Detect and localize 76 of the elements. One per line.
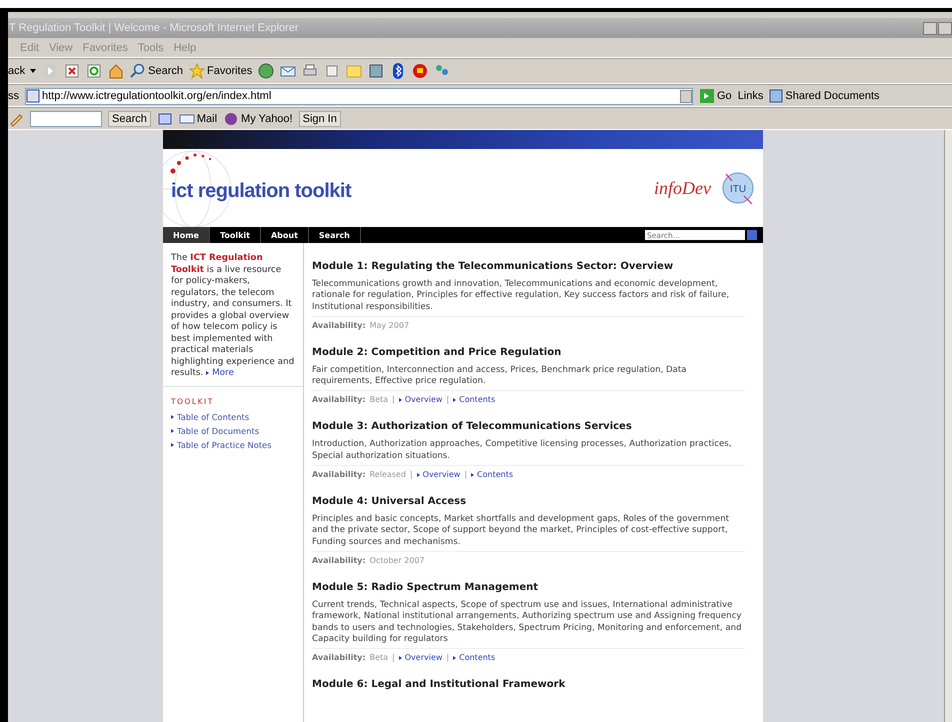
- nav-tab[interactable]: Home: [163, 227, 210, 243]
- minimize-button[interactable]: [923, 22, 937, 34]
- module-title: Module 5: Radio Spectrum Management: [312, 582, 540, 593]
- star-icon[interactable]: [188, 63, 205, 79]
- back-button[interactable]: ack: [8, 65, 36, 77]
- module-description: Introduction, Authorization approaches, Competitive licensing processes, Authorization practices, Special authorization situations.: [312, 439, 745, 466]
- nav-tab[interactable]: Toolkit: [210, 227, 261, 243]
- module-link[interactable]: Contents: [453, 395, 496, 404]
- site-logo[interactable]: ict regulation toolkit: [171, 180, 352, 202]
- window-icon[interactable]: [156, 111, 173, 127]
- stop-icon[interactable]: [64, 63, 80, 79]
- module-link[interactable]: Overview: [398, 653, 442, 662]
- go-button[interactable]: Go: [699, 88, 732, 104]
- module-title: Module 2: Competition and Price Regulation: [312, 346, 562, 358]
- separator: |: [446, 395, 450, 404]
- module-link[interactable]: Overview: [398, 395, 442, 404]
- smiley-icon[interactable]: [223, 111, 240, 127]
- availability-value: Beta: [370, 653, 388, 662]
- edit-icon[interactable]: [324, 63, 340, 79]
- module-description: Principles and basic concepts, Market shortfalls and development gaps, Roles of the government and the private sector, Scope of support beyond the market, Principles of cost-effective support, Funding sources and mechanisms.: [312, 514, 745, 552]
- home-icon[interactable]: [108, 63, 124, 79]
- mail-button[interactable]: Mail: [178, 111, 218, 127]
- toolkit-link[interactable]: Table of Contents: [171, 412, 295, 422]
- nav-tab[interactable]: Search: [308, 227, 361, 243]
- availability-label: Availability:: [312, 320, 366, 330]
- search-field[interactable]: [30, 111, 102, 127]
- nav-tab[interactable]: About: [260, 227, 309, 243]
- maximize-button[interactable]: [938, 22, 952, 34]
- module-description: Fair competition, Interconnection and access, Prices, Benchmark price regulation, Data requirements, Effective price regulation.: [312, 364, 745, 392]
- itu-logo[interactable]: ITU: [721, 171, 755, 205]
- messenger-icon[interactable]: [412, 63, 428, 79]
- dropdown-button[interactable]: [680, 90, 692, 102]
- separator: |: [392, 395, 395, 404]
- availability-label: Availability:: [312, 395, 366, 404]
- module-link[interactable]: Contents: [453, 653, 496, 662]
- link-item[interactable]: Shared Documents: [769, 89, 880, 103]
- separator: |: [446, 653, 450, 662]
- module-title: Module 1: Regulating the Telecommunications Sector: Overview: [312, 261, 674, 272]
- separator: |: [410, 470, 413, 480]
- availability-label: Availability:: [312, 653, 366, 662]
- module-title: Module 6: Legal and Institutional Framework: [312, 679, 566, 690]
- more-link[interactable]: More: [206, 368, 234, 378]
- window-title: T Regulation Toolkit | Welcome - Microsoft Internet Explorer: [8, 22, 299, 34]
- sign-in-button[interactable]: Sign In: [298, 111, 341, 127]
- search-button[interactable]: Search: [130, 63, 183, 79]
- separator: |: [464, 470, 468, 480]
- availability-label: Availability:: [312, 470, 366, 480]
- toolkit-link[interactable]: Table of Documents: [171, 426, 295, 436]
- availability-value: Released: [370, 470, 406, 480]
- my-yahoo-button[interactable]: My Yahoo!: [223, 111, 293, 127]
- search-button[interactable]: Search: [108, 111, 151, 127]
- module-title: Module 3: Authorization of Telecommunications Services: [312, 421, 633, 432]
- page-icon[interactable]: [26, 89, 40, 103]
- module-description: Current trends, Technical aspects, Scope of spectrum use and issues, International administrative framework, National institutional arrangements, Authorizing spectrum use and Assigning frequency bands to users and technologies, Stakeholders, Spectrum Pricing, Monitoring and enforcement, and Capacity building for regulators: [312, 600, 745, 650]
- module-description: Telecommunications growth and innovation, Telecommunications and economic development, rationale for regulation, Principles for effective regulation, Key success factors and risk of failure, Institutional responsibilities.: [312, 279, 745, 317]
- availability-value: May 2007: [370, 320, 410, 330]
- research-icon[interactable]: [368, 63, 384, 79]
- search-icon[interactable]: [130, 63, 146, 79]
- media-icon[interactable]: [258, 63, 274, 79]
- module-link[interactable]: Contents: [471, 470, 513, 480]
- toolkit-link[interactable]: Table of Practice Notes: [171, 440, 295, 450]
- refresh-icon[interactable]: [86, 63, 102, 79]
- availability-value: Beta: [370, 395, 388, 404]
- links-label[interactable]: Links: [738, 90, 764, 102]
- go-icon[interactable]: [699, 88, 715, 104]
- intro-text: The ICT Regulation Toolkit is a live resource for policy-makers, regulators, the telecom industry, and consumers. It provides a global overview of how telecom policy is best implemented with practical materials highlighting experience and results. More: [163, 243, 303, 386]
- availability-value: October 2007: [370, 556, 425, 565]
- page-icon[interactable]: [769, 89, 784, 103]
- availability-label: Availability:: [312, 556, 366, 565]
- address-label: ss: [8, 90, 19, 102]
- address-field[interactable]: http://www.ictregulationtoolkit.org/en/index.html: [25, 88, 693, 104]
- favorites-button[interactable]: Favorites: [188, 63, 252, 79]
- partner-logo[interactable]: infoDev: [654, 178, 711, 198]
- separator: |: [392, 653, 395, 662]
- module-link[interactable]: Overview: [416, 470, 460, 480]
- module-title: Module 4: Universal Access: [312, 496, 468, 508]
